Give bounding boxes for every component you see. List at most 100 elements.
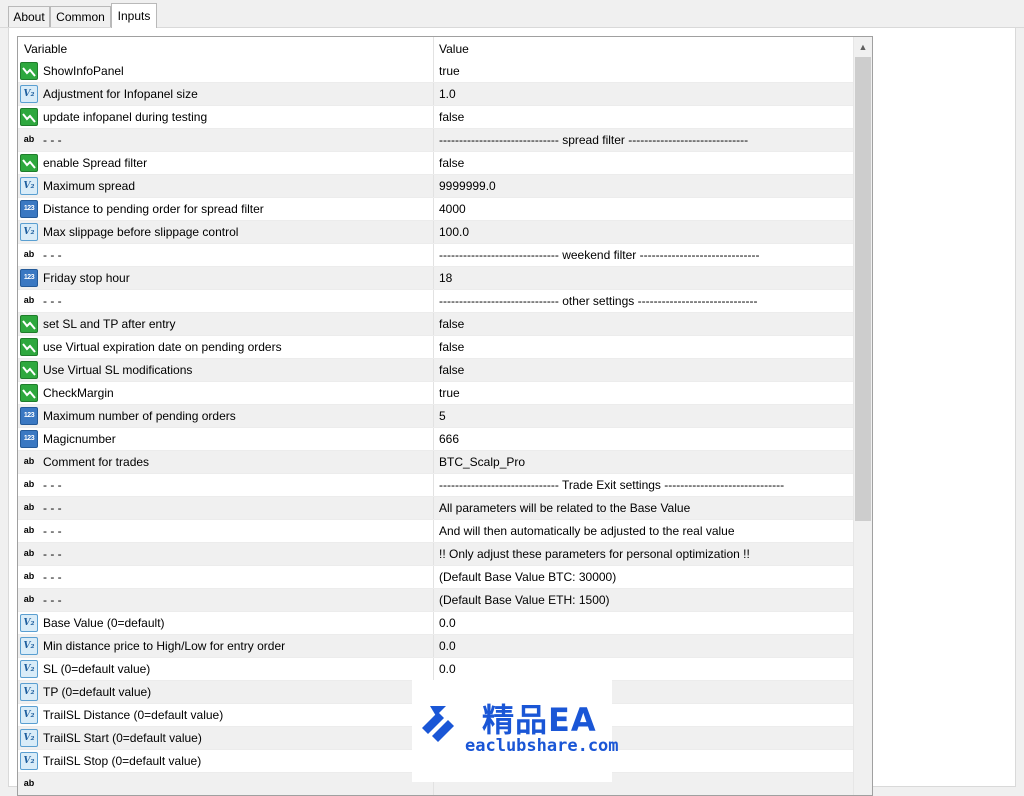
value-cell[interactable]: !! Only adjust these parameters for pers… <box>434 543 853 565</box>
table-row[interactable]: V₂ Min distance price to High/Low for ent… <box>18 635 853 658</box>
double-icon: V₂ <box>20 614 38 632</box>
value-cell[interactable]: 1.0 <box>434 83 853 105</box>
table-row[interactable]: V₂ SL (0=default value) 0.0 <box>18 658 853 681</box>
variable-cell: ab Comment for trades <box>18 451 434 473</box>
table-row[interactable]: V₂ Adjustment for Infopanel size 1.0 <box>18 83 853 106</box>
variable-name: TrailSL Distance (0=default value) <box>43 708 224 722</box>
variable-cell: ab - - - <box>18 543 434 565</box>
value-cell[interactable]: false <box>434 106 853 128</box>
tab-common[interactable]: Common <box>50 6 111 27</box>
header-variable[interactable]: Variable <box>18 37 434 60</box>
variable-name: Friday stop hour <box>43 271 130 285</box>
vertical-scrollbar[interactable]: ▲ <box>853 37 872 795</box>
value-cell[interactable]: false <box>434 359 853 381</box>
double-icon: V₂ <box>20 706 38 724</box>
table-row[interactable]: ab - - - ------------------------------ ot… <box>18 290 853 313</box>
table-row[interactable]: 123 Friday stop hour 18 <box>18 267 853 290</box>
value-cell[interactable]: All parameters will be related to the Ba… <box>434 497 853 519</box>
value-cell[interactable]: And will then automatically be adjusted … <box>434 520 853 542</box>
string-icon: ab <box>23 134 35 144</box>
tab-about[interactable]: About <box>8 6 50 27</box>
value-cell[interactable]: 0.0 <box>434 612 853 634</box>
value-cell[interactable]: 5 <box>434 405 853 427</box>
table-row[interactable]: CheckMargin true <box>18 382 853 405</box>
variable-name: ShowInfoPanel <box>43 64 124 78</box>
table-row[interactable]: ab - - - (Default Base Value ETH: 1500) <box>18 589 853 612</box>
table-row[interactable]: ab - - - ------------------------------ we… <box>18 244 853 267</box>
string-icon: ab <box>23 548 35 558</box>
variable-cell: ab - - - <box>18 589 434 611</box>
table-row[interactable]: 123 Magicnumber 666 <box>18 428 853 451</box>
table-row[interactable]: ab - - - !! Only adjust these parameters f… <box>18 543 853 566</box>
table-row[interactable]: set SL and TP after entry false <box>18 313 853 336</box>
string-icon: ab <box>23 594 35 604</box>
value-cell[interactable]: ------------------------------ weekend f… <box>434 244 853 266</box>
variable-name: - - - <box>43 570 62 584</box>
variable-cell: V₂ TP (0=default value) <box>18 681 434 703</box>
scroll-up-icon[interactable]: ▲ <box>854 37 872 57</box>
int-icon: 123 <box>20 200 38 218</box>
string-icon: ab <box>23 456 35 466</box>
variable-name: use Virtual expiration date on pending o… <box>43 340 282 354</box>
value-cell[interactable]: 666 <box>434 428 853 450</box>
variable-name: - - - <box>43 501 62 515</box>
header-value[interactable]: Value <box>434 37 853 60</box>
value-cell[interactable]: false <box>434 152 853 174</box>
value-cell[interactable]: 0.0 <box>434 658 853 680</box>
table-row[interactable]: V₂ Base Value (0=default) 0.0 <box>18 612 853 635</box>
watermark: 精品EA eaclubshare.com <box>412 680 619 782</box>
bool-icon <box>20 384 38 402</box>
value-cell[interactable]: true <box>434 60 853 82</box>
variable-cell: 123 Magicnumber <box>18 428 434 450</box>
table-row[interactable]: V₂ Maximum spread 9999999.0 <box>18 175 853 198</box>
value-cell[interactable]: 4000 <box>434 198 853 220</box>
variable-cell: ab <box>18 773 434 795</box>
value-cell[interactable]: 18 <box>434 267 853 289</box>
table-row[interactable]: 123 Distance to pending order for spread … <box>18 198 853 221</box>
value-cell[interactable]: false <box>434 336 853 358</box>
table-row[interactable]: ab - - - ------------------------------ sp… <box>18 129 853 152</box>
variable-cell: V₂ Max slippage before slippage control <box>18 221 434 243</box>
tab-inputs[interactable]: Inputs <box>111 3 157 28</box>
value-cell[interactable]: 9999999.0 <box>434 175 853 197</box>
table-row[interactable]: update infopanel during testing false <box>18 106 853 129</box>
table-row[interactable]: ShowInfoPanel true <box>18 60 853 83</box>
scrollbar-thumb[interactable] <box>855 57 871 521</box>
watermark-url: eaclubshare.com <box>465 736 619 756</box>
table-row[interactable]: V₂ Max slippage before slippage control 10… <box>18 221 853 244</box>
table-row[interactable]: 123 Maximum number of pending orders 5 <box>18 405 853 428</box>
grid-header: Variable Value <box>18 37 853 60</box>
double-icon: V₂ <box>20 752 38 770</box>
value-cell[interactable]: 0.0 <box>434 635 853 657</box>
variable-cell: use Virtual expiration date on pending o… <box>18 336 434 358</box>
table-row[interactable]: ab - - - ------------------------------ Tr… <box>18 474 853 497</box>
variable-name: - - - <box>43 248 62 262</box>
value-cell[interactable]: ------------------------------ other set… <box>434 290 853 312</box>
double-icon: V₂ <box>20 177 38 195</box>
value-cell[interactable]: 100.0 <box>434 221 853 243</box>
double-icon: V₂ <box>20 660 38 678</box>
table-row[interactable]: ab - - - (Default Base Value BTC: 30000) <box>18 566 853 589</box>
variable-cell: ab - - - <box>18 244 434 266</box>
variable-name: Base Value (0=default) <box>43 616 165 630</box>
variable-name: Min distance price to High/Low for entry… <box>43 639 286 653</box>
variable-name: Magicnumber <box>43 432 116 446</box>
variable-name: - - - <box>43 547 62 561</box>
value-cell[interactable]: false <box>434 313 853 335</box>
value-cell[interactable]: BTC_Scalp_Pro <box>434 451 853 473</box>
value-cell[interactable]: (Default Base Value ETH: 1500) <box>434 589 853 611</box>
value-cell[interactable]: ------------------------------ Trade Exi… <box>434 474 853 496</box>
variable-cell: ab - - - <box>18 129 434 151</box>
double-icon: V₂ <box>20 223 38 241</box>
value-cell[interactable]: true <box>434 382 853 404</box>
table-row[interactable]: ab - - - All parameters will be related to… <box>18 497 853 520</box>
variable-cell: set SL and TP after entry <box>18 313 434 335</box>
table-row[interactable]: ab Comment for trades BTC_Scalp_Pro <box>18 451 853 474</box>
table-row[interactable]: use Virtual expiration date on pending o… <box>18 336 853 359</box>
variable-name: - - - <box>43 294 62 308</box>
value-cell[interactable]: (Default Base Value BTC: 30000) <box>434 566 853 588</box>
table-row[interactable]: Use Virtual SL modifications false <box>18 359 853 382</box>
value-cell[interactable]: ------------------------------ spread fi… <box>434 129 853 151</box>
table-row[interactable]: ab - - - And will then automatically be ad… <box>18 520 853 543</box>
table-row[interactable]: enable Spread filter false <box>18 152 853 175</box>
